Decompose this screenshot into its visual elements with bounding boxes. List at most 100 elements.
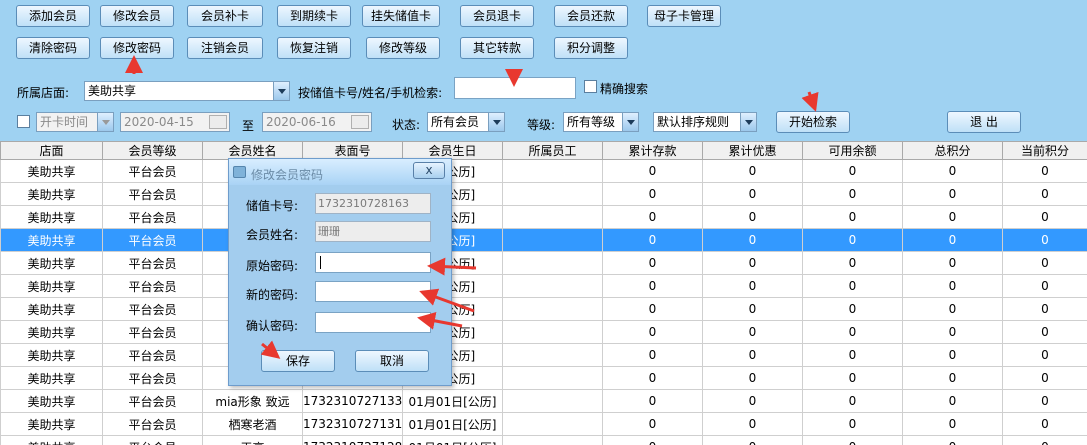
date-from-picker[interactable]: 2020-04-15 bbox=[120, 112, 230, 132]
table-row[interactable]: 美助共享 平台会员 日[公历] 0 0 0 0 0 bbox=[0, 205, 1087, 229]
table-cell: 0 bbox=[1002, 297, 1087, 321]
table-cell bbox=[502, 435, 603, 445]
table-cell: 0 bbox=[902, 320, 1003, 344]
table-row[interactable]: 美助共享 平台会员 日[公历] 0 0 0 0 0 bbox=[0, 182, 1087, 206]
table-cell: 1732310727133 bbox=[302, 389, 403, 413]
chevron-down-icon bbox=[488, 113, 504, 131]
column-header[interactable]: 累计优惠 bbox=[702, 141, 803, 160]
table-row[interactable]: 美助共享 平台会员 日[公历] 0 0 0 0 0 bbox=[0, 228, 1087, 252]
text-caret bbox=[320, 256, 321, 269]
new-password-input[interactable] bbox=[315, 281, 431, 302]
table-cell: 0 bbox=[602, 343, 703, 367]
search-input[interactable] bbox=[454, 77, 576, 99]
add-member-button[interactable]: 添加会员 bbox=[16, 5, 90, 27]
column-header[interactable]: 表面号 bbox=[302, 141, 403, 160]
table-cell: 0 bbox=[1002, 251, 1087, 275]
change-level-button[interactable]: 修改等级 bbox=[366, 37, 440, 59]
level-label: 等级: bbox=[527, 118, 556, 132]
member-table[interactable]: 店面 会员等级 会员姓名 表面号 会员生日 所属员工 累计存款 累计优惠 可用余额 总积分 当前积分… bbox=[0, 141, 1087, 445]
column-header[interactable]: 可用余额 bbox=[802, 141, 903, 160]
table-cell: 美助共享 bbox=[0, 182, 103, 206]
table-cell: 0 bbox=[1002, 320, 1087, 344]
change-password-button[interactable]: 修改密码 bbox=[100, 37, 174, 59]
other-transfer-button[interactable]: 其它转款 bbox=[460, 37, 534, 59]
table-row[interactable]: 美助共享 平台会员 日[公历] 0 0 0 0 0 bbox=[0, 320, 1087, 344]
table-row[interactable]: 美助共享平台会员x日[公历]00000 bbox=[0, 159, 1087, 183]
member-name-field: 珊珊 bbox=[315, 221, 431, 242]
table-cell: 0 bbox=[602, 251, 703, 275]
table-cell bbox=[502, 205, 603, 229]
table-cell bbox=[502, 182, 603, 206]
table-cell: 0 bbox=[702, 205, 803, 229]
points-adjust-button[interactable]: 积分调整 bbox=[554, 37, 628, 59]
table-cell: 0 bbox=[1002, 205, 1087, 229]
table-cell: 0 bbox=[1002, 274, 1087, 298]
level-select[interactable]: 所有等级 bbox=[563, 112, 639, 132]
table-cell bbox=[502, 343, 603, 367]
table-cell bbox=[502, 412, 603, 436]
renew-card-button[interactable]: 到期续卡 bbox=[277, 5, 351, 27]
table-row[interactable]: 美助共享平台会员ნ ხ日[公历]00000 bbox=[0, 274, 1087, 298]
reissue-card-button[interactable]: 会员补卡 bbox=[187, 5, 263, 27]
column-header[interactable]: 总积分 bbox=[902, 141, 1003, 160]
table-row[interactable]: 美助共享平台会员小日[公历]00000 bbox=[0, 297, 1087, 321]
table-cell: 0 bbox=[802, 251, 903, 275]
table-row[interactable]: 美助共享平台会员天亮173231072712801月01日[公历]00000 bbox=[0, 435, 1087, 445]
chevron-down-icon bbox=[273, 82, 289, 100]
table-row[interactable]: 美助共享 平台会员 日[公历] 0 0 0 0 0 bbox=[0, 366, 1087, 390]
column-header[interactable]: 所属员工 bbox=[502, 141, 603, 160]
restore-member-button[interactable]: 恢复注销 bbox=[277, 37, 351, 59]
table-cell: 0 bbox=[602, 205, 703, 229]
table-cell: 0 bbox=[802, 205, 903, 229]
table-cell: 0 bbox=[902, 366, 1003, 390]
table-cell: 平台会员 bbox=[102, 389, 203, 413]
column-header[interactable]: 当前积分 bbox=[1002, 141, 1087, 160]
table-cell: 天亮 bbox=[202, 435, 303, 445]
dialog-title-bar[interactable]: 修改会员密码 x bbox=[229, 159, 451, 185]
exit-button[interactable]: 退 出 bbox=[947, 111, 1021, 133]
change-password-dialog: 修改会员密码 x 储值卡号: 1732310728163 会员姓名: 珊珊 原始… bbox=[228, 158, 452, 386]
table-cell bbox=[502, 389, 603, 413]
confirm-password-input[interactable] bbox=[315, 312, 431, 333]
table-cell: 0 bbox=[902, 297, 1003, 321]
date-filter-checkbox[interactable] bbox=[17, 115, 30, 128]
table-row[interactable]: 美助共享 平台会员 mia形象 致远 1732310727133 01月01日[公历] 0… bbox=[0, 389, 1087, 413]
table-row[interactable]: 美助共享平台会员君丶日[公历]00000 bbox=[0, 251, 1087, 275]
table-cell: 美助共享 bbox=[0, 366, 103, 390]
table-cell: 平台会员 bbox=[102, 412, 203, 436]
column-header[interactable]: 店面 bbox=[0, 141, 103, 160]
cancel-member-button[interactable]: 注销会员 bbox=[187, 37, 263, 59]
column-header[interactable]: 累计存款 bbox=[602, 141, 703, 160]
old-password-input[interactable] bbox=[315, 252, 431, 273]
table-row[interactable]: 美助共享 平台会员 日[公历] 0 0 0 0 0 bbox=[0, 343, 1087, 367]
exact-search-checkbox[interactable] bbox=[584, 80, 597, 93]
table-row[interactable]: 美助共享 平台会员 栖寒老酒 1732310727131 01月01日[公历] 0 0 0 0 0 bbox=[0, 412, 1087, 436]
edit-member-button[interactable]: 修改会员 bbox=[100, 5, 174, 27]
sort-select[interactable]: 默认排序规则 bbox=[653, 112, 757, 132]
column-header[interactable]: 会员等级 bbox=[102, 141, 203, 160]
clear-password-button[interactable]: 清除密码 bbox=[16, 37, 90, 59]
table-cell: 0 bbox=[802, 274, 903, 298]
start-search-button[interactable]: 开始检索 bbox=[776, 111, 850, 133]
column-header[interactable]: 会员生日 bbox=[402, 141, 503, 160]
table-cell: 0 bbox=[702, 251, 803, 275]
date-type-select[interactable]: 开卡时间 bbox=[36, 112, 114, 132]
parent-child-card-button[interactable]: 母子卡管理 bbox=[647, 5, 721, 27]
table-cell: 0 bbox=[902, 389, 1003, 413]
search-label: 按储值卡号/姓名/手机检索: bbox=[298, 86, 443, 100]
store-select[interactable]: 美助共享 bbox=[84, 81, 290, 101]
table-cell: 0 bbox=[902, 274, 1003, 298]
report-lost-button[interactable]: 挂失储值卡 bbox=[362, 5, 440, 27]
date-to-picker[interactable]: 2020-06-16 bbox=[262, 112, 372, 132]
refund-card-button[interactable]: 会员退卡 bbox=[460, 5, 534, 27]
save-button[interactable]: 保存 bbox=[261, 350, 335, 372]
table-cell bbox=[502, 366, 603, 390]
cancel-button[interactable]: 取消 bbox=[355, 350, 429, 372]
column-header[interactable]: 会员姓名 bbox=[202, 141, 303, 160]
table-cell: 0 bbox=[702, 366, 803, 390]
status-select[interactable]: 所有会员 bbox=[427, 112, 505, 132]
close-icon[interactable]: x bbox=[413, 162, 445, 179]
table-cell: 平台会员 bbox=[102, 320, 203, 344]
repayment-button[interactable]: 会员还款 bbox=[554, 5, 628, 27]
table-cell: 0 bbox=[1002, 159, 1087, 183]
